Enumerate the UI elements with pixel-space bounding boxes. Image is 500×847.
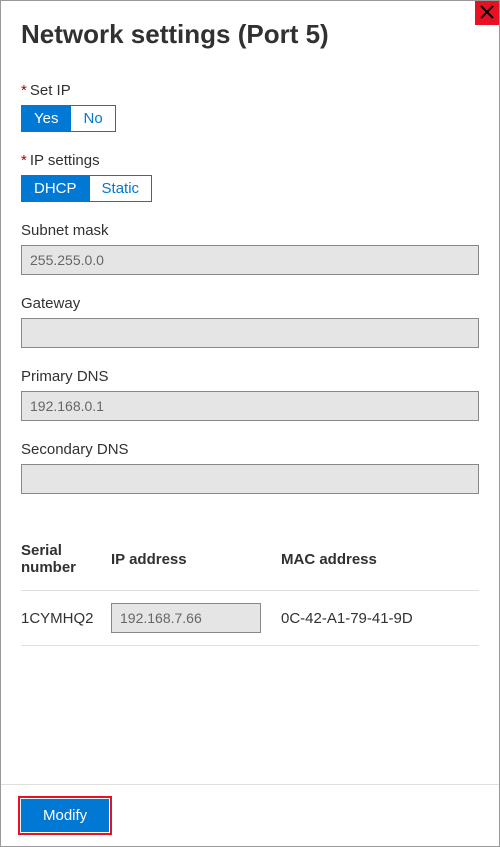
ip-settings-label: *IP settings: [21, 152, 479, 169]
network-table: Serial number IP address MAC address 1CY…: [21, 534, 479, 646]
header-mac: MAC address: [281, 534, 479, 591]
set-ip-toggle: Yes No: [21, 105, 116, 132]
panel-content: Network settings (Port 5) *Set IP Yes No…: [1, 1, 499, 784]
required-asterisk: *: [21, 82, 27, 99]
page-title: Network settings (Port 5): [21, 19, 479, 50]
set-ip-yes-button[interactable]: Yes: [22, 106, 70, 131]
set-ip-label: *Set IP: [21, 82, 479, 99]
subnet-mask-input[interactable]: [21, 245, 479, 275]
ip-settings-dhcp-button[interactable]: DHCP: [22, 176, 89, 201]
ip-settings-label-text: IP settings: [30, 152, 100, 169]
secondary-dns-input[interactable]: [21, 464, 479, 494]
close-icon: [480, 5, 494, 22]
subnet-mask-label: Subnet mask: [21, 222, 479, 239]
set-ip-no-button[interactable]: No: [70, 106, 114, 131]
cell-serial: 1CYMHQ2: [21, 591, 111, 646]
gateway-field: Gateway: [21, 295, 479, 348]
cell-mac: 0C-42-A1-79-41-9D: [281, 591, 479, 646]
gateway-input[interactable]: [21, 318, 479, 348]
network-settings-panel: Network settings (Port 5) *Set IP Yes No…: [0, 0, 500, 847]
gateway-label: Gateway: [21, 295, 479, 312]
ip-address-input[interactable]: [111, 603, 261, 633]
table-row: 1CYMHQ2 0C-42-A1-79-41-9D: [21, 591, 479, 646]
secondary-dns-field: Secondary DNS: [21, 441, 479, 494]
primary-dns-label: Primary DNS: [21, 368, 479, 385]
table-header-row: Serial number IP address MAC address: [21, 534, 479, 591]
subnet-mask-field: Subnet mask: [21, 222, 479, 275]
ip-settings-toggle: DHCP Static: [21, 175, 152, 202]
primary-dns-input[interactable]: [21, 391, 479, 421]
modify-button[interactable]: Modify: [21, 799, 109, 832]
secondary-dns-label: Secondary DNS: [21, 441, 479, 458]
close-button[interactable]: [475, 1, 499, 25]
primary-dns-field: Primary DNS: [21, 368, 479, 421]
panel-footer: Modify: [1, 784, 499, 846]
ip-settings-static-button[interactable]: Static: [89, 176, 152, 201]
set-ip-label-text: Set IP: [30, 82, 71, 99]
header-serial: Serial number: [21, 534, 111, 591]
ip-settings-field: *IP settings DHCP Static: [21, 152, 479, 202]
required-asterisk: *: [21, 152, 27, 169]
set-ip-field: *Set IP Yes No: [21, 82, 479, 132]
network-table-section: Serial number IP address MAC address 1CY…: [21, 534, 479, 646]
header-ip: IP address: [111, 534, 281, 591]
cell-ip: [111, 591, 281, 646]
